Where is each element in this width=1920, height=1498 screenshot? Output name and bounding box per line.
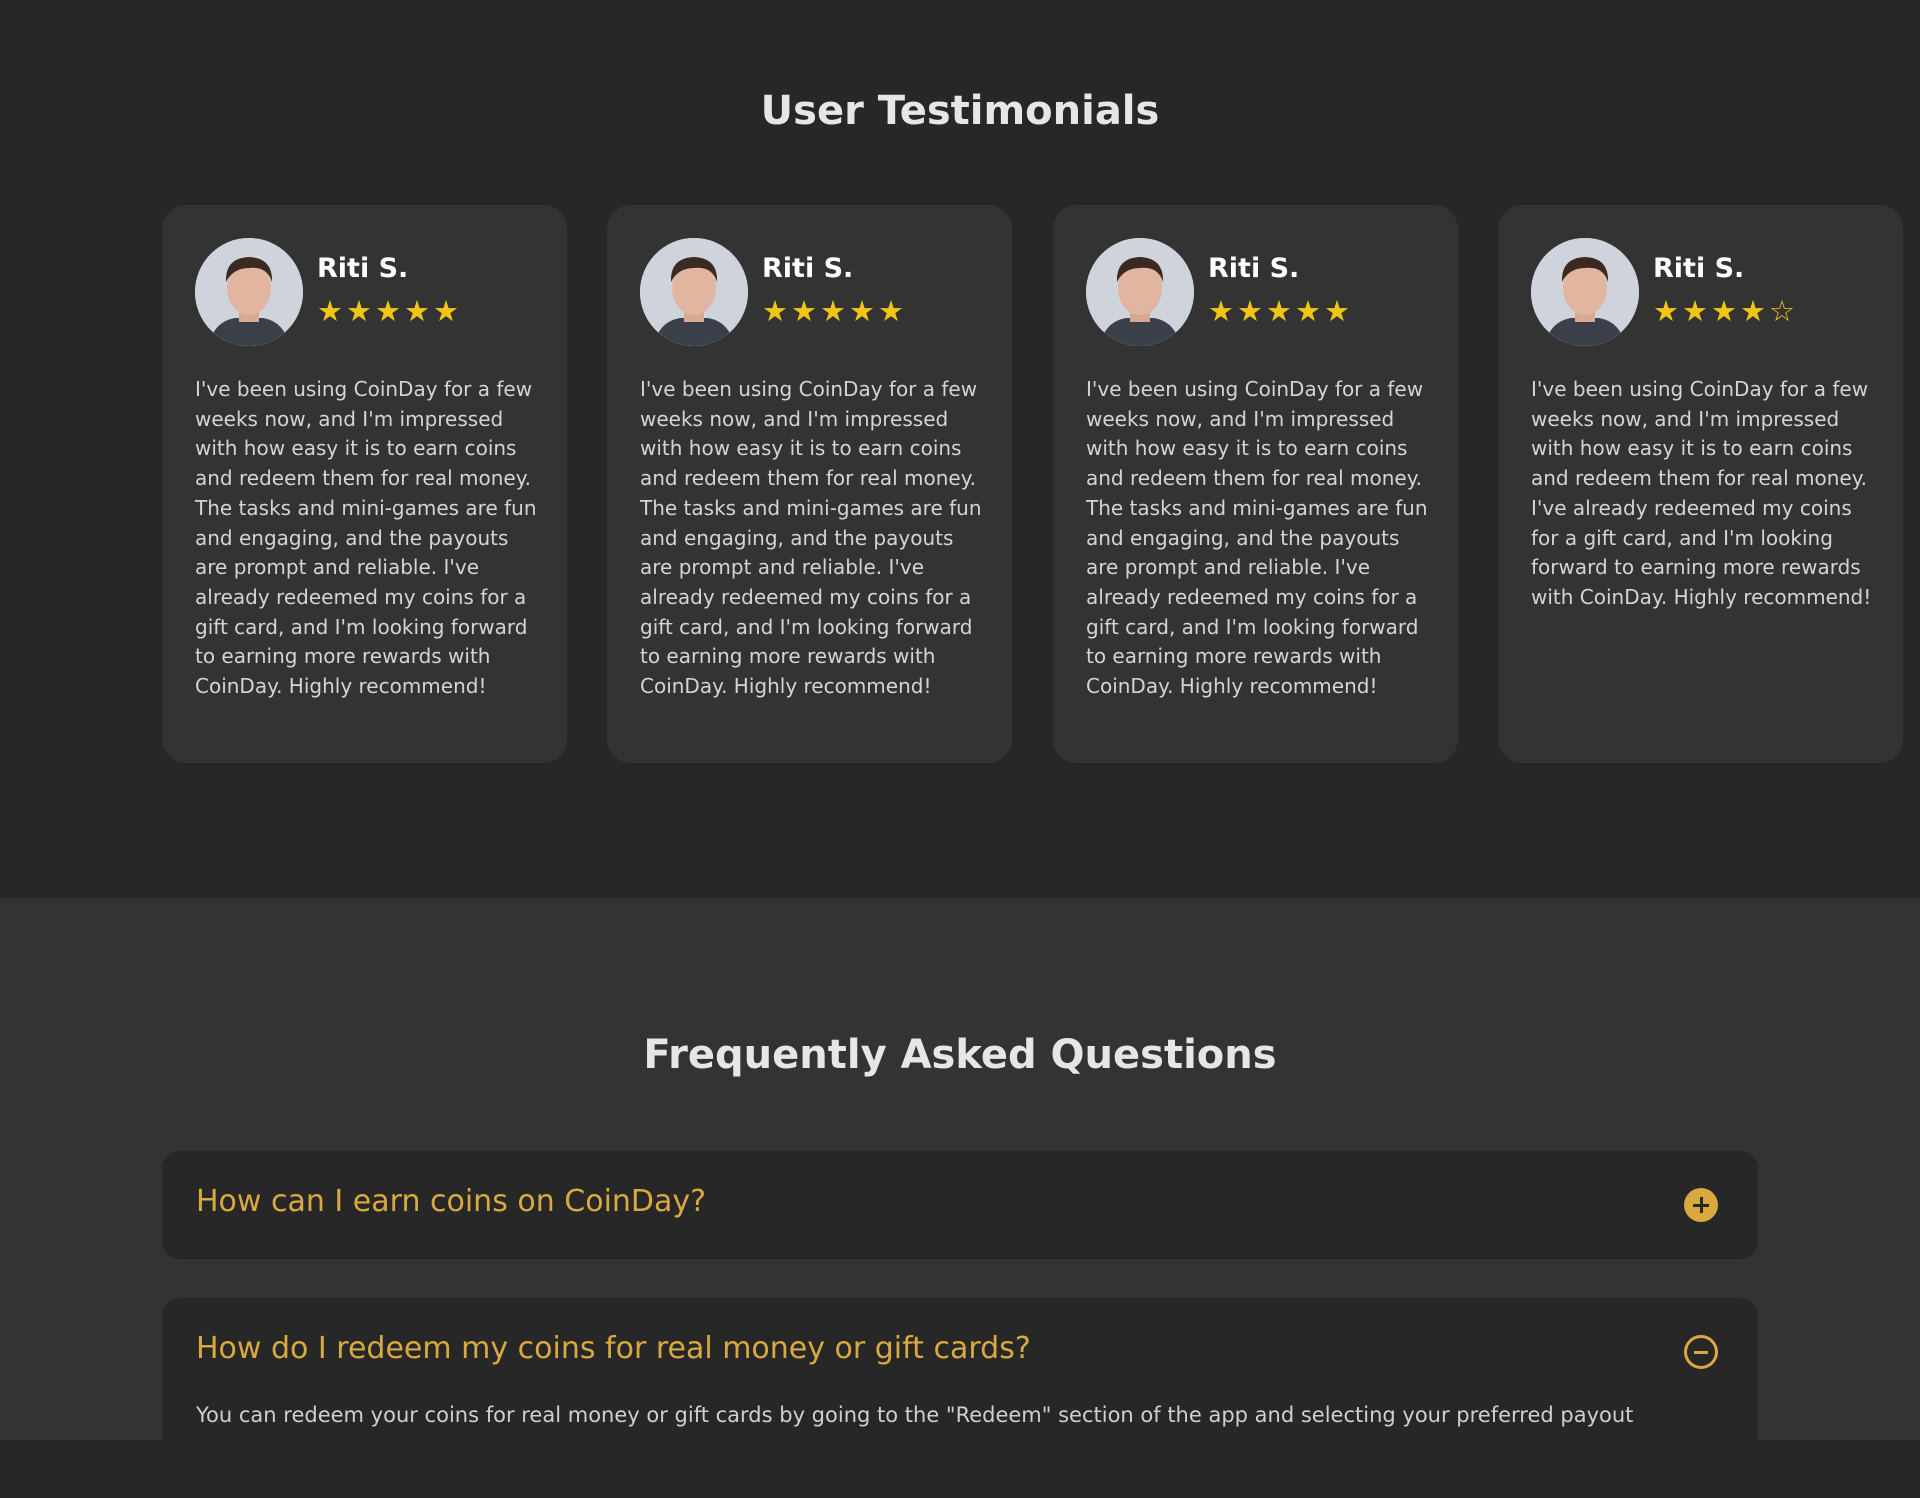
avatar: [1086, 238, 1194, 346]
plus-circle-icon[interactable]: [1684, 1188, 1718, 1222]
testimonial-card: Riti S. ★★★★★ I've been using CoinDay fo…: [162, 205, 567, 763]
faq-item-earn-coins[interactable]: How can I earn coins on CoinDay?: [162, 1151, 1758, 1259]
avatar: [195, 238, 303, 346]
minus-circle-icon[interactable]: [1684, 1335, 1718, 1369]
testimonials-title: User Testimonials: [760, 88, 1160, 134]
reviewer-name: Riti S.: [1653, 253, 1745, 284]
star-rating: ★★★★★: [317, 294, 462, 328]
reviewer-name: Riti S.: [1208, 253, 1300, 284]
testimonial-card: Riti S. ★★★★★ I've been using CoinDay fo…: [607, 205, 1012, 763]
star-rating: ★★★★★: [1208, 294, 1353, 328]
faq-section: Frequently Asked Questions How can I ear…: [0, 898, 1920, 1498]
testimonial-card: Riti S. ★★★★★ I've been using CoinDay fo…: [1053, 205, 1458, 763]
faq-title: Frequently Asked Questions: [643, 1032, 1277, 1078]
avatar: [640, 238, 748, 346]
faq-question[interactable]: How do I redeem my coins for real money …: [196, 1331, 1031, 1366]
testimonials-section: User Testimonials Riti S. ★★★★★ I've bee…: [0, 0, 1920, 898]
review-text: I've been using CoinDay for a few weeks …: [1531, 377, 1872, 609]
review-text: I've been using CoinDay for a few weeks …: [195, 377, 537, 699]
faq-answer: You can redeem your coins for real money…: [196, 1403, 1634, 1427]
reviewer-name: Riti S.: [762, 253, 854, 284]
star-rating: ★★★★☆: [1653, 294, 1798, 328]
star-rating: ★★★★★: [762, 294, 907, 328]
reviewer-name: Riti S.: [317, 253, 409, 284]
faq-item-redeem-coins[interactable]: How do I redeem my coins for real money …: [162, 1298, 1758, 1498]
faq-question[interactable]: How can I earn coins on CoinDay?: [196, 1184, 706, 1219]
review-text: I've been using CoinDay for a few weeks …: [1086, 377, 1428, 699]
testimonial-card: Riti S. ★★★★☆ I've been using CoinDay fo…: [1498, 205, 1903, 763]
avatar: [1531, 238, 1639, 346]
review-text: I've been using CoinDay for a few weeks …: [640, 377, 982, 699]
